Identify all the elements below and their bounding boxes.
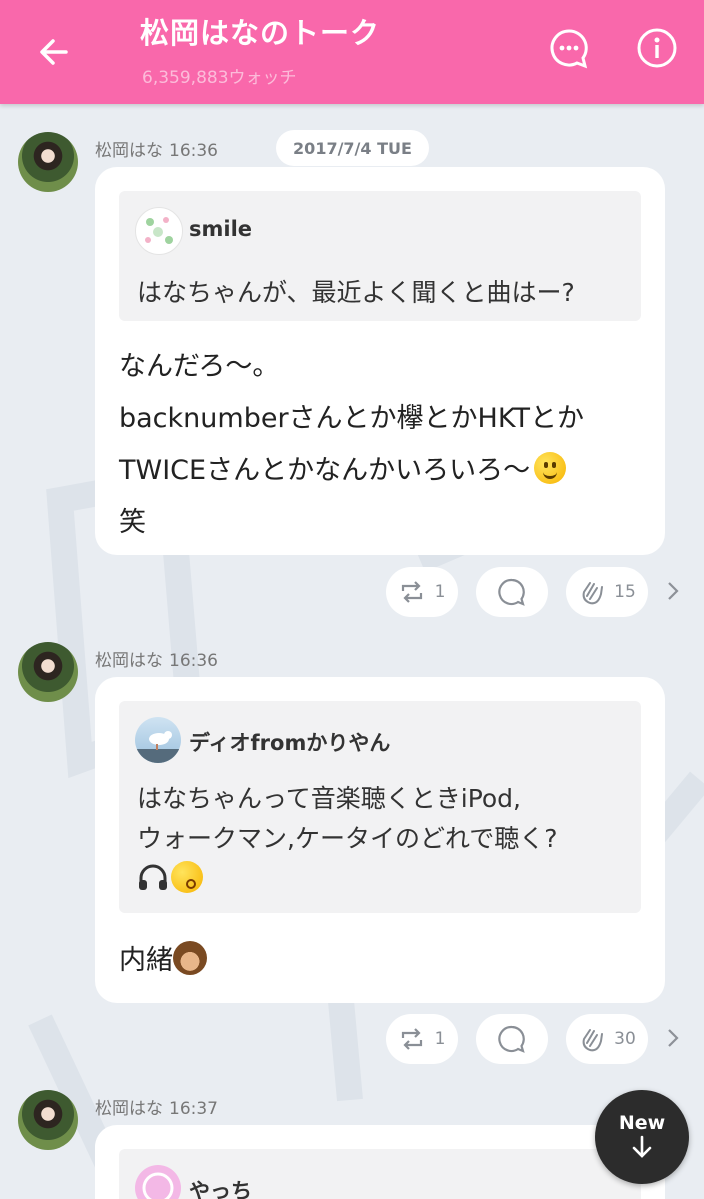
default-avatar-image bbox=[142, 1172, 174, 1199]
quoted-question: やっち bbox=[119, 1149, 641, 1199]
comment-icon bbox=[498, 1025, 525, 1053]
info-button[interactable] bbox=[635, 26, 679, 70]
quoted-question: smile はなちゃんが、最近よく聞くと曲はー? bbox=[119, 191, 641, 321]
arrow-down-icon bbox=[632, 1135, 652, 1158]
reply-text: 内緒 bbox=[119, 935, 649, 987]
smile-emoji-icon bbox=[534, 452, 567, 484]
retweet-count: 1 bbox=[434, 1029, 446, 1049]
question-text: はなちゃんって音楽聴くときiPod, ウォークマン,ケータイのどれで聴く? bbox=[137, 779, 557, 899]
info-icon bbox=[637, 28, 677, 68]
reply-tail: 笑 bbox=[119, 507, 146, 538]
author-avatar[interactable] bbox=[18, 132, 78, 192]
post-meta: 松岡はな 16:37 bbox=[95, 1094, 218, 1119]
author-avatar[interactable] bbox=[18, 642, 78, 702]
kiss-emoji-icon bbox=[171, 861, 203, 893]
question-body: はなちゃんって音楽聴くときiPod, ウォークマン,ケータイのどれで聴く? bbox=[137, 784, 558, 853]
clap-button[interactable]: 30 bbox=[566, 1014, 648, 1064]
back-arrow-icon bbox=[40, 39, 68, 65]
clap-button[interactable]: 15 bbox=[566, 567, 648, 617]
comment-button[interactable] bbox=[476, 1014, 548, 1064]
chevron-right-icon[interactable] bbox=[666, 1027, 680, 1049]
clap-icon bbox=[582, 1029, 604, 1052]
see-no-evil-monkey-emoji-icon bbox=[173, 941, 207, 975]
quoted-question: ディオfromかりやん はなちゃんって音楽聴くときiPod, ウォークマン,ケー… bbox=[119, 701, 641, 913]
author-name: 松岡はな bbox=[95, 141, 163, 161]
post-time: 16:37 bbox=[169, 1099, 218, 1119]
questioner-name: ディオfromかりやん bbox=[189, 731, 391, 755]
seagull-avatar-image bbox=[135, 731, 181, 763]
headphones-emoji-icon bbox=[139, 864, 167, 890]
message-bubble: ディオfromかりやん はなちゃんって音楽聴くときiPod, ウォークマン,ケー… bbox=[95, 677, 665, 1003]
author-avatar[interactable] bbox=[18, 1090, 78, 1150]
reply-body: 内緒 bbox=[119, 945, 173, 976]
clap-count: 30 bbox=[614, 1029, 636, 1049]
questioner-avatar bbox=[135, 207, 183, 255]
post-meta: 松岡はな 16:36 bbox=[95, 646, 218, 671]
questioner-avatar bbox=[135, 717, 181, 763]
top-bar: 松岡はなのトーク 6,359,883ウォッチ bbox=[0, 0, 704, 104]
new-messages-button[interactable]: New bbox=[595, 1090, 689, 1184]
post-time: 16:36 bbox=[169, 651, 218, 671]
retweet-count: 1 bbox=[434, 582, 446, 602]
question-text: はなちゃんが、最近よく聞くと曲はー? bbox=[137, 278, 575, 307]
message-bubble: smile はなちゃんが、最近よく聞くと曲はー? なんだろ〜。 backnumb… bbox=[95, 167, 665, 555]
questioner-name: smile bbox=[189, 217, 253, 241]
clap-count: 15 bbox=[614, 582, 636, 602]
clap-icon bbox=[582, 582, 604, 605]
questioner-avatar bbox=[135, 1165, 181, 1199]
author-name: 松岡はな bbox=[95, 651, 163, 671]
new-label: New bbox=[618, 1112, 666, 1134]
reply-text: なんだろ〜。 backnumberさんとか欅とかHKTとか TWICEさんとかな… bbox=[119, 341, 649, 549]
chat-button[interactable] bbox=[547, 26, 591, 70]
message-bubble: やっち bbox=[95, 1125, 665, 1199]
retweet-button[interactable]: 1 bbox=[386, 567, 458, 617]
chevron-right-icon[interactable] bbox=[666, 580, 680, 602]
post-meta: 松岡はな 16:36 bbox=[95, 136, 218, 161]
chat-bubble-icon bbox=[550, 29, 588, 69]
retweet-icon bbox=[401, 581, 422, 603]
reply-body: なんだろ〜。 backnumberさんとか欅とかHKTとか TWICEさんとかな… bbox=[119, 351, 584, 486]
comment-button[interactable] bbox=[476, 567, 548, 617]
date-divider: 2017/7/4 TUE bbox=[276, 130, 429, 166]
back-button[interactable] bbox=[30, 28, 78, 76]
retweet-icon bbox=[401, 1028, 422, 1050]
post-time: 16:36 bbox=[169, 141, 218, 161]
talk-title: 松岡はなのトーク bbox=[140, 16, 381, 50]
author-name: 松岡はな bbox=[95, 1099, 163, 1119]
questioner-name: やっち bbox=[189, 1179, 252, 1199]
comment-icon bbox=[498, 578, 525, 606]
watch-count: 6,359,883ウォッチ bbox=[142, 68, 297, 88]
floral-avatar-image bbox=[145, 217, 173, 244]
retweet-button[interactable]: 1 bbox=[386, 1014, 458, 1064]
